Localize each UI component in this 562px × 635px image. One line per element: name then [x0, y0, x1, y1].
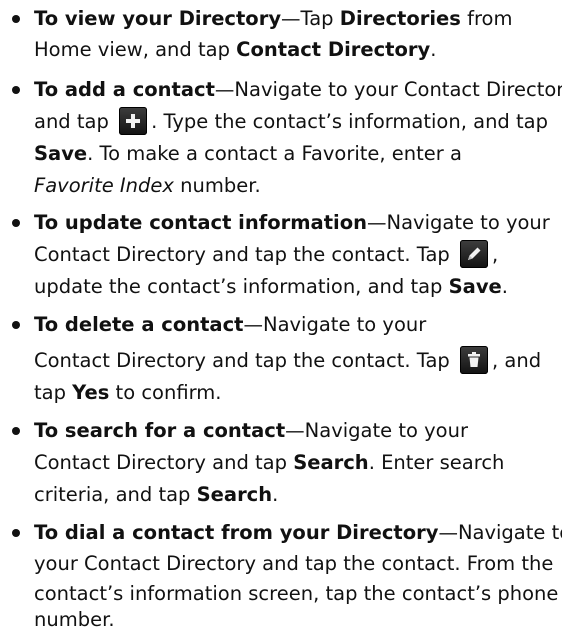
line: To update contact information—Navigate t…	[34, 211, 550, 234]
line: Contact Directory and tap Search. Enter …	[34, 451, 505, 474]
trash-icon	[459, 346, 488, 374]
line: To search for a contact—Navigate to your	[34, 419, 468, 442]
bullet	[12, 321, 20, 329]
item-title: To search for a contact	[34, 419, 286, 442]
add-icon	[119, 107, 148, 135]
item-title: To add a contact	[34, 78, 215, 101]
line: To add a contact—Navigate to your Contac…	[34, 78, 562, 101]
item-title: To update contact information	[34, 211, 368, 234]
line: tap Yes to confirm.	[34, 381, 222, 404]
directory-instructions: To view your Directory—Tap Directories f…	[0, 0, 562, 631]
ui-term: Contact Directory	[236, 38, 431, 61]
line: Home view, and tap Contact Directory.	[34, 38, 437, 61]
line: criteria, and tap Search.	[34, 483, 279, 506]
line: To view your Directory—Tap Directories f…	[34, 7, 513, 30]
bullet	[12, 86, 20, 94]
line: Contact Directory and tap the contact. T…	[34, 239, 498, 270]
line: update the contact’s information, and ta…	[34, 275, 508, 298]
ui-term: Save	[448, 275, 502, 298]
edit-pencil-icon	[459, 240, 488, 268]
item-title: To delete a contact	[34, 313, 244, 336]
bullet	[12, 529, 20, 537]
item-title: To view your Directory	[34, 7, 282, 30]
ui-term: Save	[34, 142, 88, 165]
line: your Contact Directory and tap the conta…	[34, 552, 554, 575]
line: To delete a contact—Navigate to your	[34, 313, 427, 336]
item-title: To dial a contact from your Directory	[34, 521, 439, 544]
line: To dial a contact from your Directory—Na…	[34, 521, 562, 544]
line: and tap . Type the contact’s information…	[34, 106, 548, 137]
line: Contact Directory and tap the contact. T…	[34, 345, 541, 376]
ui-term: Search	[196, 483, 273, 506]
line: Favorite Index number.	[34, 174, 261, 197]
ui-term: Yes	[72, 381, 110, 404]
line: number.	[34, 608, 115, 631]
bullet	[12, 427, 20, 435]
italic-term: Favorite Index	[34, 174, 174, 197]
line: Save. To make a contact a Favorite, ente…	[34, 142, 462, 165]
bullet	[12, 15, 20, 23]
bullet	[12, 219, 20, 227]
ui-term: Search	[293, 451, 369, 474]
ui-term: Directories	[339, 7, 461, 30]
